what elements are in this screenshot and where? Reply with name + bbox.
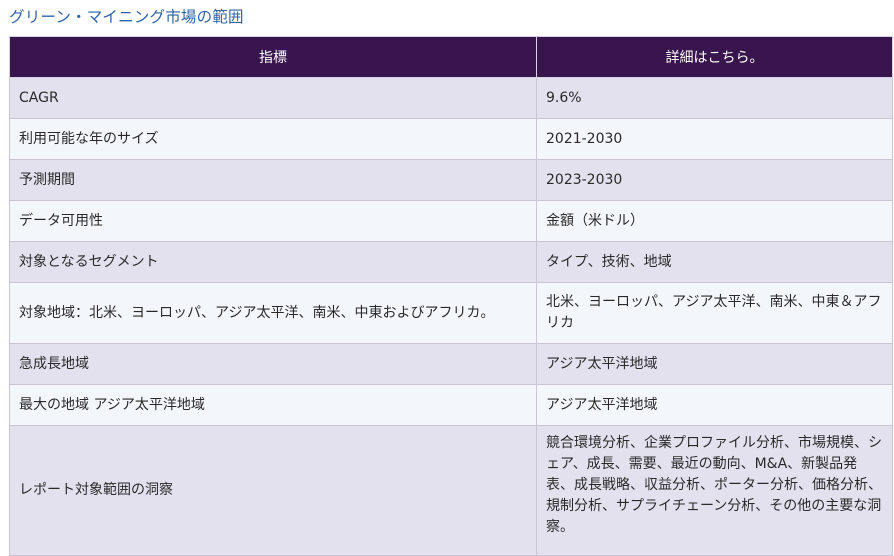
row-value: 競合環境分析、企業プロファイル分析、市場規模、シェア、成長、需要、最近の動向、M… <box>536 425 893 556</box>
table-row: 予測期間 2023-2030 <box>9 159 893 201</box>
table-row: レポート対象範囲の洞察 競合環境分析、企業プロファイル分析、市場規模、シェア、成… <box>9 425 893 556</box>
row-label: 利用可能な年のサイズ <box>9 118 537 160</box>
row-value: 2023-2030 <box>536 159 893 201</box>
row-label: 対象となるセグメント <box>9 241 537 283</box>
row-value: タイプ、技術、地域 <box>536 241 893 283</box>
row-value: 金額（米ドル） <box>536 200 893 242</box>
row-label: 予測期間 <box>9 159 537 201</box>
table-row: 利用可能な年のサイズ 2021-2030 <box>9 118 893 160</box>
table-row: 対象となるセグメント タイプ、技術、地域 <box>9 241 893 283</box>
row-label: 急成長地域 <box>9 343 537 385</box>
table-row: データ可用性 金額（米ドル） <box>9 200 893 242</box>
row-value: 2021-2030 <box>536 118 893 160</box>
row-value: 北米、ヨーロッパ、アジア太平洋、南米、中東＆アフリカ <box>536 282 893 344</box>
row-label: 最大の地域 アジア太平洋地域 <box>9 384 537 426</box>
table-row: 急成長地域 アジア太平洋地域 <box>9 343 893 385</box>
row-label: 対象地域：北米、ヨーロッパ、アジア太平洋、南米、中東およびアフリカ。 <box>9 282 537 344</box>
row-value: アジア太平洋地域 <box>536 343 893 385</box>
table-row: CAGR 9.6% <box>9 77 893 119</box>
row-value: アジア太平洋地域 <box>536 384 893 426</box>
table-row: 対象地域：北米、ヨーロッパ、アジア太平洋、南米、中東およびアフリカ。 北米、ヨー… <box>9 282 893 344</box>
market-scope-table: 指標 詳細はこちら。 CAGR 9.6% 利用可能な年のサイズ 2021-203… <box>9 36 893 556</box>
header-indicator: 指標 <box>9 36 537 78</box>
page-title: グリーン・マイニング市場の範囲 <box>9 8 244 26</box>
table-header-row: 指標 詳細はこちら。 <box>9 36 893 78</box>
table-row: 最大の地域 アジア太平洋地域 アジア太平洋地域 <box>9 384 893 426</box>
row-label: レポート対象範囲の洞察 <box>9 425 537 556</box>
row-label: データ可用性 <box>9 200 537 242</box>
row-label: CAGR <box>9 77 537 119</box>
header-details: 詳細はこちら。 <box>536 36 893 78</box>
row-value: 9.6% <box>536 77 893 119</box>
